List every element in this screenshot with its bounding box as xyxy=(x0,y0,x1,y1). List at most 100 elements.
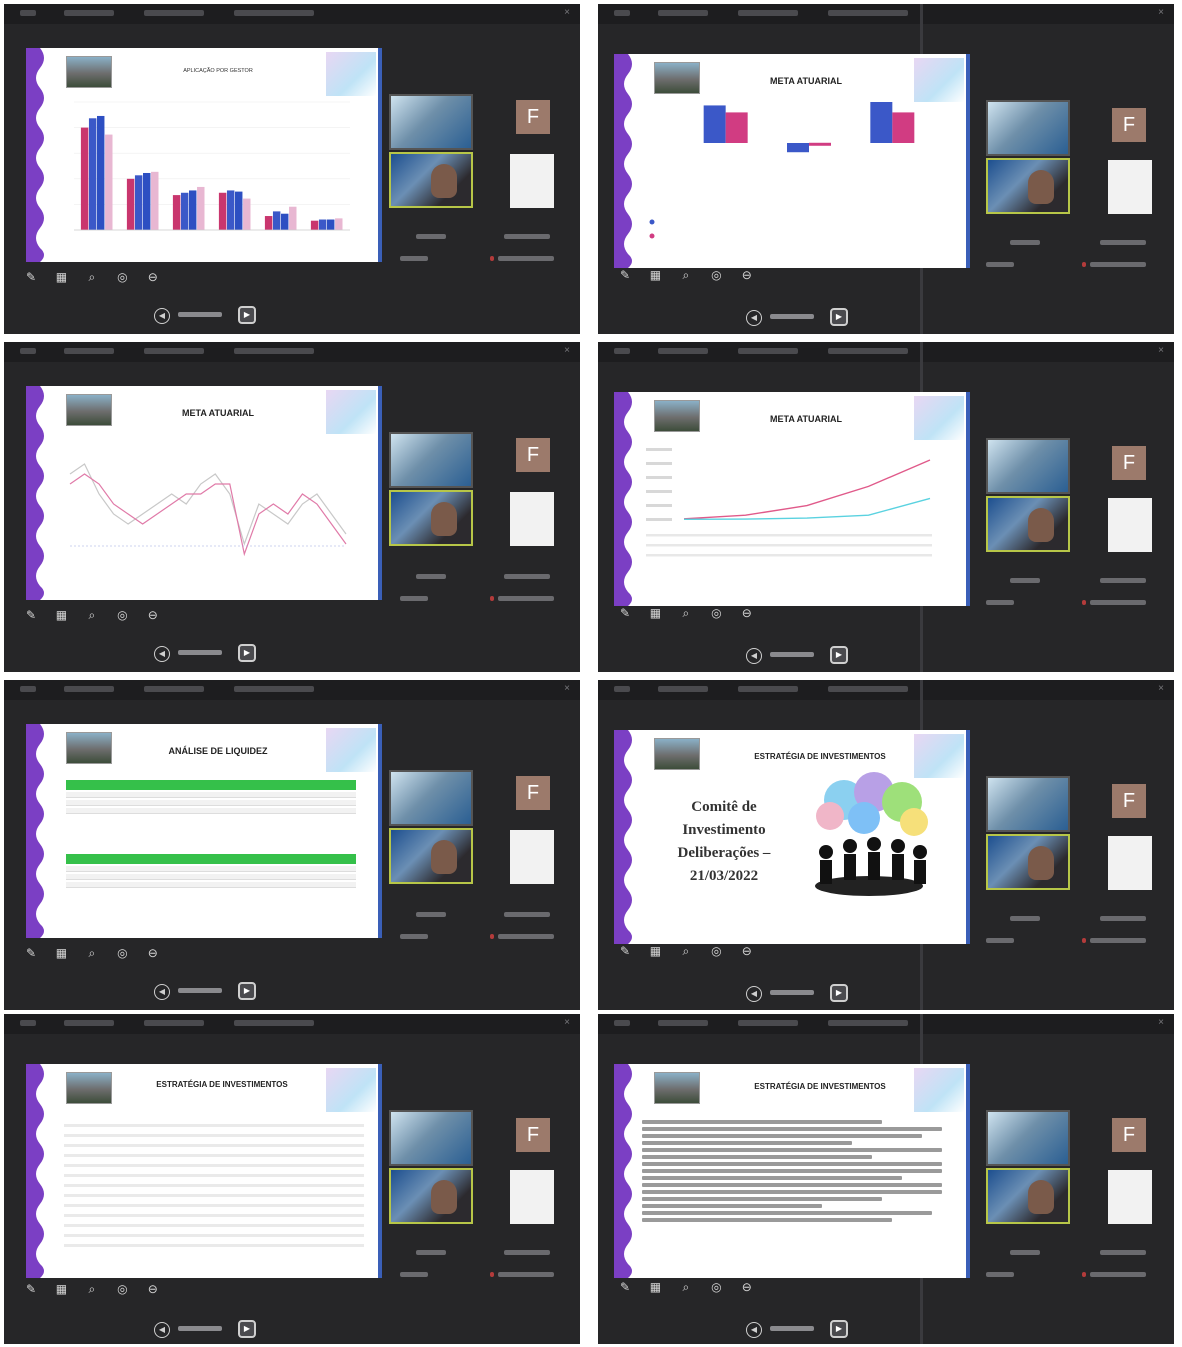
pointer-icon[interactable]: ◎ xyxy=(707,944,725,958)
participant-avatar[interactable]: F xyxy=(516,438,550,472)
pen-icon[interactable]: ✎ xyxy=(616,1280,634,1294)
more-icon[interactable]: ⊖ xyxy=(738,268,756,282)
video-tile-2[interactable] xyxy=(986,496,1070,552)
pointer-icon[interactable]: ◎ xyxy=(113,1282,131,1296)
video-tile-2[interactable] xyxy=(389,1168,473,1224)
close-icon[interactable]: × xyxy=(1156,1018,1166,1028)
more-icon[interactable]: ⊖ xyxy=(738,1280,756,1294)
pointer-icon[interactable]: ◎ xyxy=(113,608,131,622)
slides-icon[interactable]: ▦ xyxy=(52,946,70,960)
zoom-icon[interactable]: ⌕ xyxy=(677,606,695,621)
prev-icon[interactable]: ◀ xyxy=(746,310,762,326)
close-icon[interactable]: × xyxy=(562,8,572,18)
video-tile-2[interactable] xyxy=(389,828,473,884)
participant-avatar[interactable]: F xyxy=(516,776,550,810)
slide-decoration xyxy=(914,58,964,102)
participant-avatar[interactable]: F xyxy=(1112,1118,1146,1152)
video-tile-1[interactable] xyxy=(986,1110,1070,1166)
next-icon[interactable]: ▶ xyxy=(830,1320,848,1338)
zoom-icon[interactable]: ⌕ xyxy=(677,268,695,283)
participant-video[interactable] xyxy=(510,1170,554,1224)
prev-icon[interactable]: ◀ xyxy=(154,646,170,662)
pen-icon[interactable]: ✎ xyxy=(22,270,40,284)
participant-avatar[interactable]: F xyxy=(516,100,550,134)
pen-icon[interactable]: ✎ xyxy=(616,606,634,620)
more-icon[interactable]: ⊖ xyxy=(144,270,162,284)
zoom-icon[interactable]: ⌕ xyxy=(83,270,101,285)
more-icon[interactable]: ⊖ xyxy=(144,946,162,960)
video-tile-2[interactable] xyxy=(389,152,473,208)
next-icon[interactable]: ▶ xyxy=(238,306,256,324)
pen-icon[interactable]: ✎ xyxy=(22,1282,40,1296)
zoom-icon[interactable]: ⌕ xyxy=(677,1280,695,1295)
slide: META ATUARIAL xyxy=(614,392,970,606)
slides-icon[interactable]: ▦ xyxy=(646,944,664,958)
video-tile-2[interactable] xyxy=(389,490,473,546)
prev-icon[interactable]: ◀ xyxy=(154,1322,170,1338)
participant-avatar[interactable]: F xyxy=(1112,446,1146,480)
close-icon[interactable]: × xyxy=(1156,684,1166,694)
prev-icon[interactable]: ◀ xyxy=(746,648,762,664)
video-tile-2[interactable] xyxy=(986,834,1070,890)
slides-icon[interactable]: ▦ xyxy=(646,606,664,620)
slide-counter xyxy=(770,1326,814,1331)
prev-icon[interactable]: ◀ xyxy=(746,1322,762,1338)
participant-video[interactable] xyxy=(510,492,554,546)
video-tile-1[interactable] xyxy=(389,94,473,150)
next-icon[interactable]: ▶ xyxy=(830,308,848,326)
prev-icon[interactable]: ◀ xyxy=(154,984,170,1000)
close-icon[interactable]: × xyxy=(1156,346,1166,356)
more-icon[interactable]: ⊖ xyxy=(738,944,756,958)
participant-video[interactable] xyxy=(1108,1170,1152,1224)
zoom-icon[interactable]: ⌕ xyxy=(677,944,695,959)
pointer-icon[interactable]: ◎ xyxy=(113,946,131,960)
pointer-icon[interactable]: ◎ xyxy=(113,270,131,284)
close-icon[interactable]: × xyxy=(562,684,572,694)
video-tile-2[interactable] xyxy=(986,1168,1070,1224)
zoom-icon[interactable]: ⌕ xyxy=(83,1282,101,1297)
slides-icon[interactable]: ▦ xyxy=(52,270,70,284)
close-icon[interactable]: × xyxy=(1156,8,1166,18)
bar xyxy=(172,195,181,230)
more-icon[interactable]: ⊖ xyxy=(144,1282,162,1296)
more-icon[interactable]: ⊖ xyxy=(144,608,162,622)
participant-avatar[interactable]: F xyxy=(1112,108,1146,142)
slides-icon[interactable]: ▦ xyxy=(646,268,664,282)
close-icon[interactable]: × xyxy=(562,346,572,356)
participant-video[interactable] xyxy=(1108,160,1152,214)
slides-icon[interactable]: ▦ xyxy=(52,1282,70,1296)
video-tile-1[interactable] xyxy=(389,770,473,826)
video-tile-1[interactable] xyxy=(389,1110,473,1166)
more-icon[interactable]: ⊖ xyxy=(738,606,756,620)
zoom-icon[interactable]: ⌕ xyxy=(83,608,101,623)
prev-icon[interactable]: ◀ xyxy=(154,308,170,324)
participant-video[interactable] xyxy=(510,830,554,884)
pen-icon[interactable]: ✎ xyxy=(616,944,634,958)
next-icon[interactable]: ▶ xyxy=(238,982,256,1000)
close-icon[interactable]: × xyxy=(562,1018,572,1028)
video-tile-1[interactable] xyxy=(389,432,473,488)
participant-video[interactable] xyxy=(1108,498,1152,552)
pen-icon[interactable]: ✎ xyxy=(22,946,40,960)
slides-icon[interactable]: ▦ xyxy=(646,1280,664,1294)
video-tile-1[interactable] xyxy=(986,776,1070,832)
next-icon[interactable]: ▶ xyxy=(830,646,848,664)
next-icon[interactable]: ▶ xyxy=(238,644,256,662)
prev-icon[interactable]: ◀ xyxy=(746,986,762,1002)
participant-avatar[interactable]: F xyxy=(1112,784,1146,818)
next-icon[interactable]: ▶ xyxy=(238,1320,256,1338)
pen-icon[interactable]: ✎ xyxy=(22,608,40,622)
participant-video[interactable] xyxy=(510,154,554,208)
video-tile-1[interactable] xyxy=(986,100,1070,156)
video-tile-2[interactable] xyxy=(986,158,1070,214)
pointer-icon[interactable]: ◎ xyxy=(707,606,725,620)
participant-video[interactable] xyxy=(1108,836,1152,890)
video-tile-1[interactable] xyxy=(986,438,1070,494)
pointer-icon[interactable]: ◎ xyxy=(707,268,725,282)
pointer-icon[interactable]: ◎ xyxy=(707,1280,725,1294)
participant-avatar[interactable]: F xyxy=(516,1118,550,1152)
slides-icon[interactable]: ▦ xyxy=(52,608,70,622)
zoom-icon[interactable]: ⌕ xyxy=(83,946,101,961)
pen-icon[interactable]: ✎ xyxy=(616,268,634,282)
next-icon[interactable]: ▶ xyxy=(830,984,848,1002)
